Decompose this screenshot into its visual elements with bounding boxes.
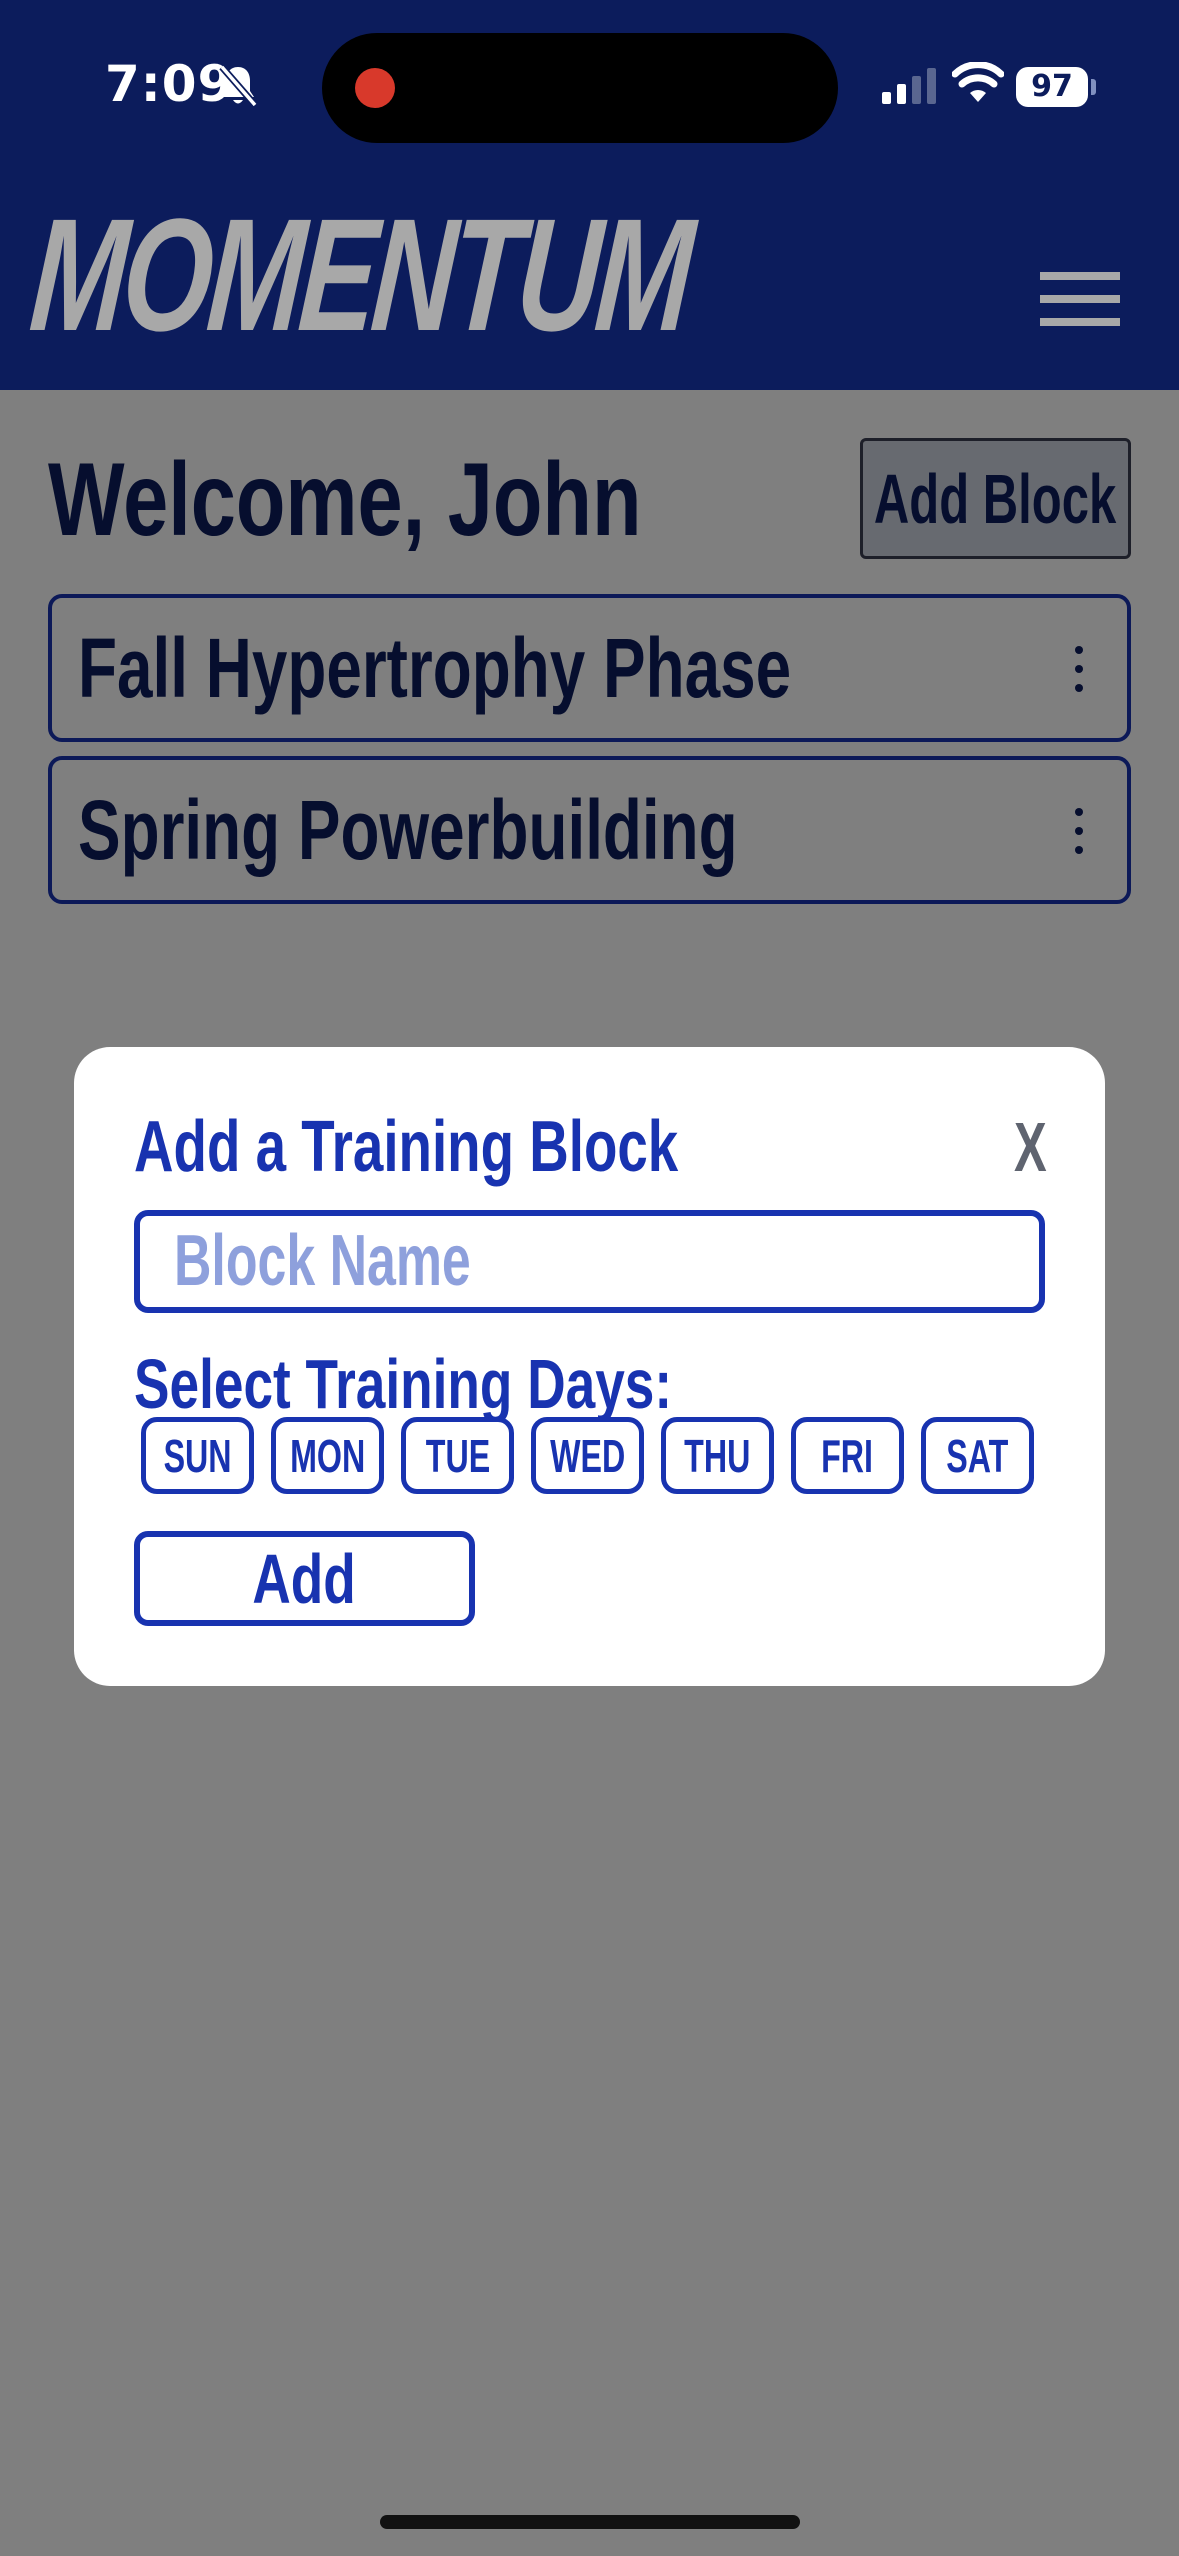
app-logo: MOMENTUM xyxy=(25,185,696,364)
add-submit-button[interactable]: Add xyxy=(134,1531,475,1626)
bell-slash-icon xyxy=(219,64,258,108)
day-label: TUE xyxy=(425,1429,490,1482)
add-submit-label: Add xyxy=(252,1539,357,1618)
day-toggle-tue[interactable]: TUE xyxy=(401,1417,514,1494)
cellular-signal-icon xyxy=(882,68,936,104)
day-label: THU xyxy=(684,1429,751,1482)
day-toggle-sun[interactable]: SUN xyxy=(141,1417,254,1494)
recording-indicator-icon xyxy=(355,68,395,108)
day-label: WED xyxy=(549,1429,626,1482)
wifi-icon xyxy=(952,62,1004,102)
home-indicator[interactable] xyxy=(380,2515,800,2529)
day-label: MON xyxy=(289,1429,366,1482)
block-name-input[interactable] xyxy=(134,1210,1045,1313)
day-toggle-fri[interactable]: FRI xyxy=(791,1417,904,1494)
day-toggle-mon[interactable]: MON xyxy=(271,1417,384,1494)
add-block-modal: Add a Training Block X Block Name Select… xyxy=(74,1047,1105,1686)
status-time: 7:09 xyxy=(105,55,234,113)
day-toggle-thu[interactable]: THU xyxy=(661,1417,774,1494)
day-toggle-wed[interactable]: WED xyxy=(531,1417,644,1494)
day-label: SUN xyxy=(163,1429,232,1482)
day-label: SAT xyxy=(946,1429,1009,1482)
days-label: Select Training Days: xyxy=(134,1345,673,1423)
dynamic-island xyxy=(322,33,838,143)
day-label: FRI xyxy=(821,1429,874,1482)
status-bar: 7:09 97 xyxy=(0,0,1179,170)
modal-title: Add a Training Block xyxy=(134,1107,679,1187)
app-header: 7:09 97 MOMENTUM xyxy=(0,0,1179,390)
close-button[interactable]: X xyxy=(1014,1111,1047,1183)
battery-nub xyxy=(1091,79,1096,95)
battery-icon: 97 xyxy=(1016,67,1088,107)
day-toggle-sat[interactable]: SAT xyxy=(921,1417,1034,1494)
hamburger-menu-icon[interactable] xyxy=(1040,272,1120,328)
